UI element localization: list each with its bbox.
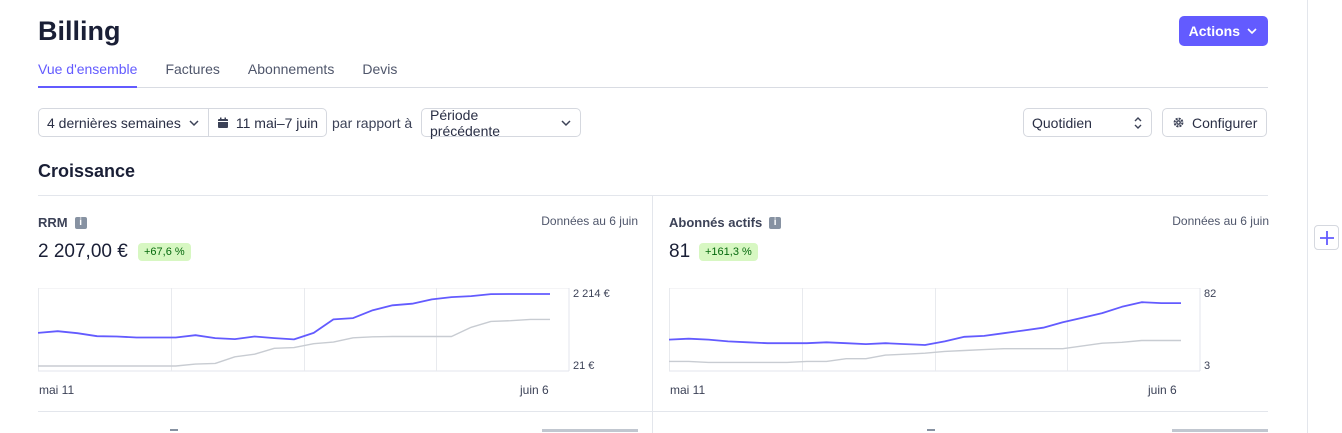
metric-name-label: RRM (38, 215, 68, 230)
mrr-chart (38, 288, 570, 372)
chevron-down-icon (561, 119, 571, 126)
x-axis-end-label: juin 6 (520, 383, 549, 397)
range-label: 4 dernières semaines (47, 114, 181, 131)
subscribers-chart (669, 288, 1201, 372)
actions-button[interactable]: Actions (1178, 16, 1268, 46)
plus-icon (1319, 230, 1334, 245)
frequency-select[interactable]: Quotidien (1023, 108, 1152, 137)
series-line-previous (38, 318, 550, 367)
tab-overview[interactable]: Vue d'ensemble (38, 60, 138, 88)
filter-bar: 4 dernières semaines 11 mai–7 juin par r… (38, 106, 1268, 139)
metric-date-preview (1172, 429, 1268, 432)
x-axis-start-label: mai 11 (39, 383, 75, 397)
info-icon[interactable]: i (769, 216, 782, 229)
series-line-current (38, 293, 550, 341)
frequency-value: Quotidien (1032, 114, 1092, 131)
tab-invoices[interactable]: Factures (165, 60, 219, 88)
chevron-down-icon (1247, 28, 1257, 35)
mrr-card[interactable]: RRM i Données au 6 juin 2 207,00 € +67,6… (38, 196, 638, 411)
divider-vertical (652, 196, 653, 433)
metric-date: Données au 6 juin (1172, 214, 1269, 228)
change-badge: +67,6 % (138, 243, 191, 261)
right-rail-border (1307, 0, 1308, 433)
tab-quotes[interactable]: Devis (362, 60, 397, 88)
billing-page: Billing Actions Vue d'ensemble Factures … (38, 0, 1269, 433)
metric-name: Abonnés actifs i (669, 215, 782, 230)
change-badge: +161,3 % (699, 243, 758, 261)
page-title: Billing (38, 16, 121, 46)
info-icon (170, 429, 178, 431)
add-button[interactable] (1314, 225, 1339, 250)
metric-date-preview (542, 429, 638, 432)
metric-date: Données au 6 juin (541, 214, 638, 228)
info-icon[interactable]: i (74, 216, 87, 229)
compare-period-dropdown[interactable]: Période précédente (421, 106, 581, 139)
series-line-previous (669, 339, 1181, 364)
chevron-up-down-icon (1134, 116, 1142, 129)
gear-icon (1173, 117, 1184, 128)
active-subscribers-card[interactable]: Abonnés actifs i Données au 6 juin 81 +1… (669, 196, 1269, 411)
metric-value: 2 207,00 € (38, 241, 128, 262)
range-dropdown[interactable]: 4 dernières semaines (39, 109, 208, 136)
chevron-down-icon (189, 119, 199, 126)
metric-name: RRM i (38, 215, 87, 230)
date-range-control: 4 dernières semaines 11 mai–7 juin (38, 108, 328, 137)
section-title: Croissance (38, 161, 136, 181)
tab-bar: Vue d'ensemble Factures Abonnements Devi… (38, 60, 1268, 88)
y-axis-min-label: 3 (1204, 360, 1211, 372)
actions-label: Actions (1188, 23, 1240, 39)
series-line-current (669, 301, 1181, 346)
configure-label: Configurer (1192, 114, 1258, 131)
x-axis-end-label: juin 6 (1148, 383, 1177, 397)
y-axis-min-label: 21 € (573, 360, 595, 372)
configure-button[interactable]: Configurer (1162, 108, 1268, 137)
calendar-icon (217, 117, 228, 128)
date-range-label: 11 mai–7 juin (235, 114, 319, 131)
compare-period-value: Période précédente (430, 106, 501, 139)
y-axis-max-label: 82 (1204, 288, 1217, 300)
metric-value: 81 (669, 241, 691, 262)
compare-label: par rapport à (332, 115, 413, 131)
next-row-preview (38, 425, 1268, 433)
metric-name-label: Abonnés actifs (669, 215, 763, 230)
y-axis-max-label: 2 214 € (573, 288, 610, 300)
x-axis-start-label: mai 11 (670, 383, 706, 397)
divider (38, 411, 1268, 412)
date-picker[interactable]: 11 mai–7 juin (207, 109, 326, 136)
info-icon (927, 429, 935, 431)
tab-subscriptions[interactable]: Abonnements (248, 60, 334, 88)
